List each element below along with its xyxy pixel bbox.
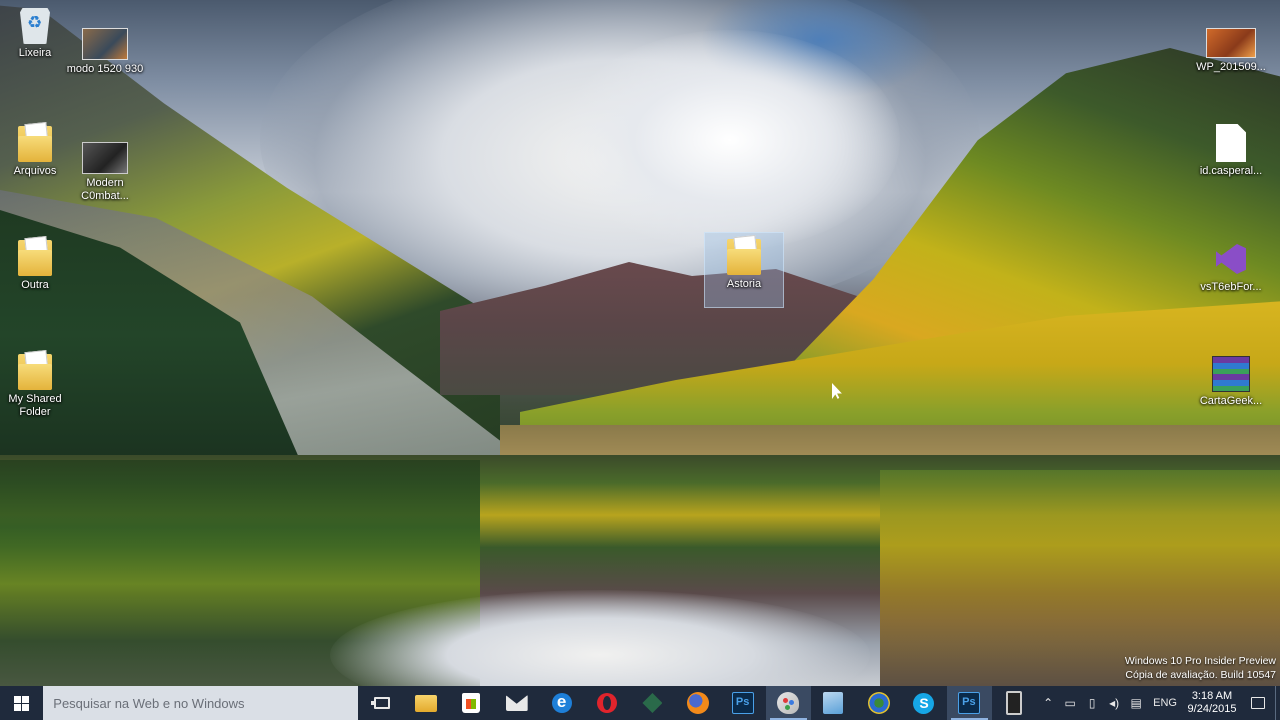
taskbar: Pesquisar na Web e no Windows ⌃ ▭ ▯ ◂) ▤… — [0, 686, 1280, 720]
task-view-icon — [370, 697, 390, 709]
globe-icon — [867, 692, 890, 714]
desktop-icon-label: vsT6ebFor... — [1200, 281, 1262, 293]
desktop-icon-label: Astoria — [726, 278, 762, 290]
phone-icon — [1006, 691, 1023, 715]
search-placeholder: Pesquisar na Web e no Windows — [53, 695, 245, 711]
notification-icon — [1251, 697, 1265, 709]
windows-logo-icon — [14, 695, 30, 711]
store-icon — [462, 693, 481, 713]
mail-icon — [505, 695, 528, 711]
document-icon — [823, 692, 844, 714]
watermark-line: Windows 10 Pro Insider Preview — [1124, 655, 1276, 667]
task-view-button[interactable] — [360, 686, 403, 720]
system-tray: ⌃ ▭ ▯ ◂) ▤ ENG 3:18 AM 9/24/2015 — [1037, 686, 1280, 720]
desktop-icon-label: Outra — [21, 279, 49, 291]
desktop-icon-astoria[interactable]: Astoria — [704, 232, 784, 308]
folder-icon — [415, 694, 438, 712]
start-button[interactable] — [0, 686, 43, 720]
taskbar-skype[interactable] — [901, 686, 946, 720]
taskbar-phone[interactable] — [992, 686, 1037, 720]
winrar-archive-icon — [1212, 356, 1250, 392]
desktop-icon-id-file[interactable]: id.casperal... — [1192, 124, 1270, 178]
photoshop-icon — [958, 692, 981, 714]
game-shortcut-icon — [82, 142, 128, 174]
firefox-icon — [686, 692, 709, 714]
desktop-icon-label: WP_201509... — [1196, 61, 1266, 73]
show-hidden-icons-chevron-icon[interactable]: ⌃ — [1037, 686, 1059, 720]
taskbar-file-explorer[interactable] — [404, 686, 449, 720]
desktop-icon-outra[interactable]: Outra — [0, 240, 74, 292]
network-icon[interactable]: ▭ — [1059, 686, 1081, 720]
show-desktop-button[interactable] — [1275, 686, 1280, 720]
search-box[interactable]: Pesquisar na Web e no Windows — [43, 686, 359, 720]
desktop-icon-recycle-bin[interactable]: Lixeira — [0, 8, 74, 60]
clock-time: 3:18 AM — [1191, 690, 1233, 702]
desktop-icon-label: Lixeira — [18, 47, 52, 59]
visual-studio-icon — [1212, 240, 1250, 278]
folder-icon — [18, 240, 52, 276]
desktop-icon-label: id.casperal... — [1199, 165, 1263, 177]
taskbar-paint[interactable] — [765, 686, 811, 720]
taskbar-photoshop-2[interactable] — [946, 686, 992, 720]
taskbar-mail[interactable] — [494, 686, 539, 720]
desktop[interactable]: Lixeira modo 1520 930 Arquivos Modern C0… — [0, 0, 1280, 686]
file-icon — [1216, 124, 1246, 162]
action-center-button[interactable] — [1241, 686, 1275, 720]
desktop-icon-my-shared-folder[interactable]: My Shared Folder — [0, 354, 74, 419]
taskbar-edge[interactable] — [539, 686, 584, 720]
evaluation-watermark: Windows 10 Pro Insider Preview Cópia de … — [1125, 654, 1276, 682]
desktop-icon-label: CartaGeek... — [1199, 395, 1263, 407]
taskbar-green-app[interactable] — [630, 686, 675, 720]
keyboard-icon[interactable]: ▤ — [1125, 686, 1147, 720]
shared-folder-icon — [18, 354, 52, 390]
desktop-icon-label: My Shared Folder — [8, 393, 62, 418]
edge-icon — [551, 692, 572, 713]
taskbar-store[interactable] — [449, 686, 494, 720]
battery-icon[interactable]: ▯ — [1081, 686, 1103, 720]
clock[interactable]: 3:18 AM 9/24/2015 — [1183, 690, 1241, 716]
opera-icon — [597, 693, 618, 713]
desktop-icon-visual-studio[interactable]: vsT6ebFor... — [1192, 240, 1270, 294]
taskbar-photoshop[interactable] — [720, 686, 765, 720]
desktop-icon-cartageek[interactable]: CartaGeek... — [1192, 356, 1270, 408]
folder-icon — [18, 126, 52, 162]
taskbar-document-app[interactable] — [811, 686, 856, 720]
desktop-icon-modern-combat[interactable]: Modern C0mbat... — [66, 136, 144, 203]
input-language[interactable]: ENG — [1147, 697, 1183, 709]
folder-icon — [727, 239, 761, 275]
clock-date: 9/24/2015 — [1187, 703, 1237, 715]
image-thumbnail-icon — [1206, 28, 1256, 58]
desktop-icon-modo[interactable]: modo 1520 930 — [66, 22, 144, 76]
desktop-icon-arquivos[interactable]: Arquivos — [0, 126, 74, 178]
taskbar-firefox[interactable] — [675, 686, 720, 720]
wallpaper-cloud — [560, 30, 900, 250]
desktop-icon-label: modo 1520 930 — [66, 63, 144, 75]
image-thumbnail-icon — [82, 28, 128, 60]
taskbar-opera[interactable] — [585, 686, 630, 720]
desktop-icon-label: Arquivos — [13, 165, 57, 177]
desktop-icon-wp-image[interactable]: WP_201509... — [1192, 22, 1270, 74]
diamond-app-icon — [642, 693, 663, 713]
paint-icon — [777, 692, 800, 714]
recycle-bin-icon — [20, 8, 50, 44]
desktop-icon-label: Modern C0mbat... — [81, 177, 129, 202]
skype-icon — [913, 692, 935, 714]
volume-icon[interactable]: ◂) — [1103, 686, 1125, 720]
photoshop-icon — [731, 692, 754, 714]
watermark-line: Cópia de avaliação. Build 10547 — [1125, 669, 1276, 681]
taskbar-globe-app[interactable] — [856, 686, 901, 720]
